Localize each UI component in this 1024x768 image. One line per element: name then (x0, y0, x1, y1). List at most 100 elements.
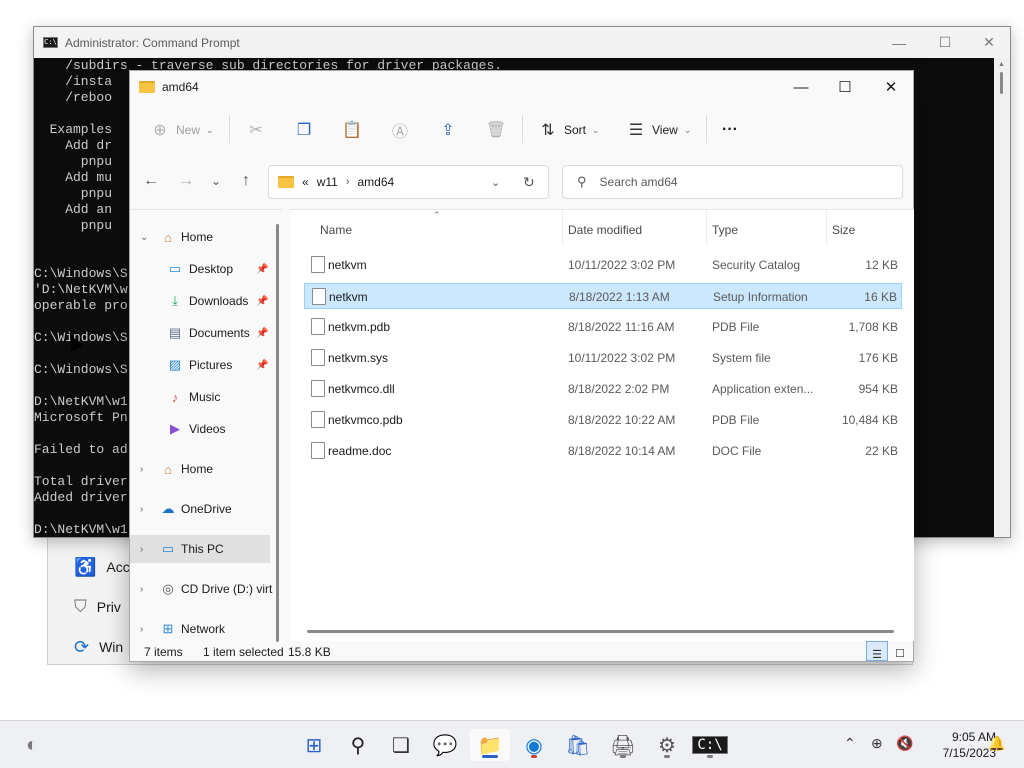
sort-icon: ⇅ (541, 122, 555, 139)
weather-widget-button[interactable]: ◐ (12, 729, 52, 761)
cmd-minimize-button[interactable]: — (876, 27, 922, 58)
pin-icon[interactable]: 📌 (256, 360, 268, 371)
nav-item-videos[interactable]: ▶ Videos (130, 415, 270, 443)
task-view-button[interactable]: ❏ (381, 729, 421, 761)
address-dropdown-icon[interactable]: ⌄ (491, 176, 500, 189)
edge-button[interactable]: ◉ (514, 729, 554, 761)
cut-button[interactable]: ✂ (246, 115, 266, 145)
search-input[interactable] (599, 175, 870, 189)
breadcrumb-item[interactable]: amd64 (357, 175, 394, 189)
nav-item-this-pc[interactable]: › ▭ This PC (130, 535, 270, 563)
cmd-titlebar[interactable]: C:\ Administrator: Command Prompt — ☐ ✕ (34, 27, 1010, 58)
navigation-pane[interactable]: ⌄ ⌂ Home ▭ Desktop 📌 ⤓ Downloads 📌 ▤ Documents 📌… (130, 209, 282, 642)
device-manager-button[interactable]: 🖨 (603, 729, 643, 761)
settings-row-accessibility[interactable]: ♿ Acc (74, 555, 130, 579)
settings-row-privacy[interactable]: ⛉ Priv (74, 595, 121, 619)
breadcrumb-overflow[interactable]: « (302, 175, 309, 189)
file-explorer-window[interactable]: amd64 — ☐ ✕ ⊕ New ⌄ ✂ ❐ 📋 Ⓐ ⇪ 🗑 ⇅ Sort ⌄… (129, 70, 914, 662)
rename-button[interactable]: Ⓐ (390, 115, 410, 145)
sort-button[interactable]: ⇅ Sort ⌄ (538, 115, 599, 145)
pin-icon[interactable]: 📌 (256, 264, 268, 275)
share-button[interactable]: ⇪ (438, 115, 458, 145)
file-row[interactable]: netkvm 10/11/2022 3:02 PM Security Catalog… (304, 252, 902, 278)
column-header-name[interactable]: Name (320, 216, 352, 244)
chevron-right-icon[interactable]: › (140, 584, 143, 595)
copy-button[interactable]: ❐ (294, 115, 314, 145)
horizontal-scrollbar[interactable] (307, 630, 894, 633)
view-button[interactable]: ☰ View ⌄ (626, 115, 692, 145)
column-divider[interactable] (826, 210, 827, 244)
store-button[interactable]: 🛍 (558, 729, 598, 761)
settings-row-windows-update[interactable]: ⟳ Win (74, 635, 123, 659)
clock[interactable]: 9:05 AM 7/15/2023 (920, 729, 996, 761)
paste-button[interactable]: 📋 (342, 115, 362, 145)
back-button[interactable]: ← (137, 167, 165, 195)
details-view-button[interactable]: ☰ (866, 641, 888, 661)
file-type: PDB File (712, 320, 760, 334)
search-taskbar-button[interactable]: ⚲ (338, 729, 378, 761)
cmd-scrollbar[interactable]: ▲ (994, 58, 1010, 537)
cmd-maximize-button[interactable]: ☐ (922, 27, 968, 58)
file-explorer-taskbar-button[interactable]: 📁 (470, 729, 510, 761)
file-row[interactable]: readme.doc 8/18/2022 10:14 AM DOC File 22 K… (304, 438, 902, 464)
breadcrumb-item[interactable]: w11 (317, 175, 338, 189)
column-divider[interactable] (562, 210, 563, 244)
start-button[interactable]: ⊞ (294, 729, 334, 761)
nav-item-pictures[interactable]: ▨ Pictures 📌 (130, 351, 270, 379)
new-button[interactable]: ⊕ New ⌄ (150, 115, 213, 145)
file-row[interactable]: netkvm.pdb 8/18/2022 11:16 AM PDB File 1,70… (304, 314, 902, 340)
chevron-right-icon[interactable]: › (140, 464, 143, 475)
terminal-taskbar-button[interactable]: C:\ (690, 729, 730, 761)
column-header-size[interactable]: Size (832, 216, 855, 244)
volume-muted-icon[interactable]: 🔇 (896, 735, 913, 752)
file-row[interactable]: netkvm.sys 10/11/2022 3:02 PM System file 1… (304, 345, 902, 371)
forward-button[interactable]: → (172, 167, 200, 195)
network-globe-icon[interactable]: ⊕ (871, 735, 883, 752)
file-row[interactable]: netkvmco.pdb 8/18/2022 10:22 AM PDB File 10… (304, 407, 902, 433)
chat-button[interactable]: 💬 (425, 729, 465, 761)
nav-item-documents[interactable]: ▤ Documents 📌 (130, 319, 270, 347)
recent-locations-button[interactable]: ⌄ (202, 167, 230, 195)
close-button[interactable]: ✕ (868, 71, 914, 103)
nav-item-desktop[interactable]: ▭ Desktop 📌 (130, 255, 270, 283)
delete-button[interactable]: 🗑 (486, 115, 506, 145)
nav-item-home[interactable]: › ⌂ Home (130, 455, 270, 483)
column-header-type[interactable]: Type (712, 216, 738, 244)
more-options-button[interactable]: ··· (722, 115, 738, 145)
explorer-titlebar[interactable]: amd64 — ☐ ✕ (130, 71, 913, 103)
nav-item-downloads[interactable]: ⤓ Downloads 📌 (130, 287, 270, 315)
toolbar-divider (522, 115, 523, 143)
cmd-scroll-thumb[interactable] (1000, 72, 1003, 94)
pin-icon[interactable]: 📌 (256, 328, 268, 339)
nav-item-music[interactable]: ♪ Music (130, 383, 270, 411)
pin-icon[interactable]: 📌 (256, 296, 268, 307)
file-list-pane[interactable]: ⌃ Name Date modified Type Size netkvm 10/… (290, 209, 914, 641)
file-row[interactable]: netkvmco.dll 8/18/2022 2:02 PM Application… (304, 376, 902, 402)
scroll-up-arrow-icon[interactable]: ▲ (998, 61, 1005, 68)
maximize-button[interactable]: ☐ (822, 71, 868, 103)
chevron-right-icon[interactable]: › (140, 504, 143, 515)
refresh-icon[interactable]: ↻ (523, 174, 535, 191)
nav-item-onedrive[interactable]: › ☁ OneDrive (130, 495, 270, 523)
up-button[interactable]: ↑ (232, 167, 260, 195)
tiles-view-button[interactable]: ☐ (889, 641, 911, 661)
notifications-icon[interactable]: 🔔 (988, 735, 1005, 752)
settings-taskbar-button[interactable]: ⚙ (647, 729, 687, 761)
column-header-date[interactable]: Date modified (568, 216, 642, 244)
chevron-right-icon[interactable]: › (140, 624, 143, 635)
nav-pane-scrollbar[interactable] (276, 224, 279, 642)
chevron-right-icon[interactable]: › (140, 544, 143, 555)
nav-item-cd-drive-d-virt[interactable]: › ◎ CD Drive (D:) virt (130, 575, 272, 603)
address-bar[interactable]: « w11 › amd64 ⌄ ↻ (268, 165, 549, 199)
cmd-close-button[interactable]: ✕ (966, 27, 1012, 58)
chevron-down-icon[interactable]: ⌄ (140, 232, 148, 243)
column-divider[interactable] (706, 210, 707, 244)
file-row[interactable]: netkvm 8/18/2022 1:13 AM Setup Information… (304, 283, 902, 309)
minimize-button[interactable]: — (778, 71, 824, 103)
status-size: 15.8 KB (288, 645, 331, 659)
nav-item-home[interactable]: ⌄ ⌂ Home (130, 223, 270, 251)
chevron-up-icon[interactable]: ⌃ (844, 735, 856, 752)
chevron-right-icon[interactable]: › (346, 176, 350, 188)
nav-item-label: Home (181, 230, 214, 244)
search-box[interactable]: ⚲ (562, 165, 903, 199)
